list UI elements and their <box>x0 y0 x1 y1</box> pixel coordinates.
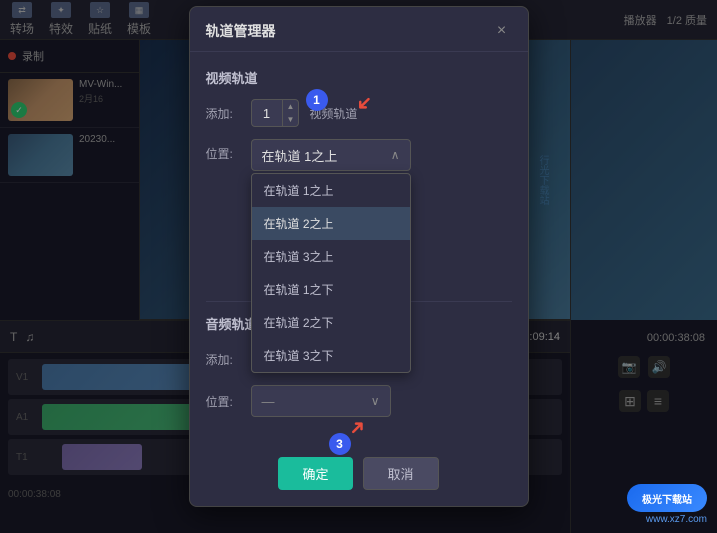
video-position-label: 位置: <box>206 145 241 162</box>
modal-footer: 3 ➜ 确定 取消 <box>190 445 528 506</box>
dropdown-item-0[interactable]: 在轨道 1之上 <box>252 174 410 207</box>
video-track-section-label: 视频轨道 <box>206 68 512 87</box>
dropdown-item-4[interactable]: 在轨道 2之下 <box>252 306 410 339</box>
audio-position-label: 位置: <box>206 393 241 410</box>
video-add-row: 1 ➜ 添加: 1 ▲ ▼ 视频轨道 <box>206 99 512 127</box>
audio-position-row: 位置: — ∨ <box>206 385 512 417</box>
modal-title: 轨道管理器 <box>206 21 276 41</box>
video-add-label: 添加: <box>206 105 241 122</box>
audio-add-label: 添加: <box>206 351 241 368</box>
number-up-arrow[interactable]: ▲ <box>283 100 299 113</box>
cancel-button[interactable]: 取消 <box>363 457 439 490</box>
modal-overlay: 轨道管理器 × 视频轨道 1 ➜ 添加: 1 ▲ ▼ <box>0 0 717 533</box>
video-count-input[interactable]: 1 ▲ ▼ <box>251 99 300 127</box>
number-down-arrow[interactable]: ▼ <box>283 113 299 126</box>
audio-position-value: — <box>262 394 275 409</box>
dropdown-item-1-label: 在轨道 2之上 <box>264 217 334 231</box>
track-manager-modal: 轨道管理器 × 视频轨道 1 ➜ 添加: 1 ▲ ▼ <box>189 6 529 507</box>
video-position-row: 位置: 在轨道 1之上 ∧ 在轨道 1之上 在轨道 2之上 2 <box>206 139 512 171</box>
watermark-logo: 极光下载站 <box>627 484 707 512</box>
audio-position-dropdown[interactable]: — ∨ <box>251 385 391 417</box>
step-badge-1: 1 <box>306 89 328 111</box>
dropdown-chevron-icon: ∧ <box>391 148 400 162</box>
dropdown-item-5[interactable]: 在轨道 3之下 <box>252 339 410 372</box>
dropdown-item-1[interactable]: 在轨道 2之上 2 ➜ <box>252 207 410 240</box>
dropdown-container: 在轨道 1之上 ∧ 在轨道 1之上 在轨道 2之上 2 ➜ 在轨道 <box>251 139 411 171</box>
watermark: 极光下载站 www.xz7.com <box>627 484 707 525</box>
video-count-value: 1 <box>252 106 282 121</box>
modal-header: 轨道管理器 × <box>190 7 528 52</box>
position-selected-value: 在轨道 1之上 <box>262 146 338 165</box>
video-position-dropdown[interactable]: 在轨道 1之上 ∧ <box>251 139 411 171</box>
dropdown-item-3[interactable]: 在轨道 1之下 <box>252 273 410 306</box>
modal-close-button[interactable]: × <box>492 21 512 41</box>
audio-dropdown-chevron-icon: ∨ <box>371 394 380 408</box>
watermark-url: www.xz7.com <box>646 514 707 525</box>
position-dropdown-menu: 在轨道 1之上 在轨道 2之上 2 ➜ 在轨道 3之上 在轨道 1之下 在轨道 … <box>251 173 411 373</box>
step-badge-3: 3 <box>329 433 351 455</box>
confirm-button[interactable]: 确定 <box>278 457 352 490</box>
modal-body: 视频轨道 1 ➜ 添加: 1 ▲ ▼ 视频轨道 位置: <box>190 52 528 445</box>
step-badge-3-container: 3 <box>329 433 351 455</box>
number-arrows: ▲ ▼ <box>282 100 299 126</box>
dropdown-item-2[interactable]: 在轨道 3之上 <box>252 240 410 273</box>
